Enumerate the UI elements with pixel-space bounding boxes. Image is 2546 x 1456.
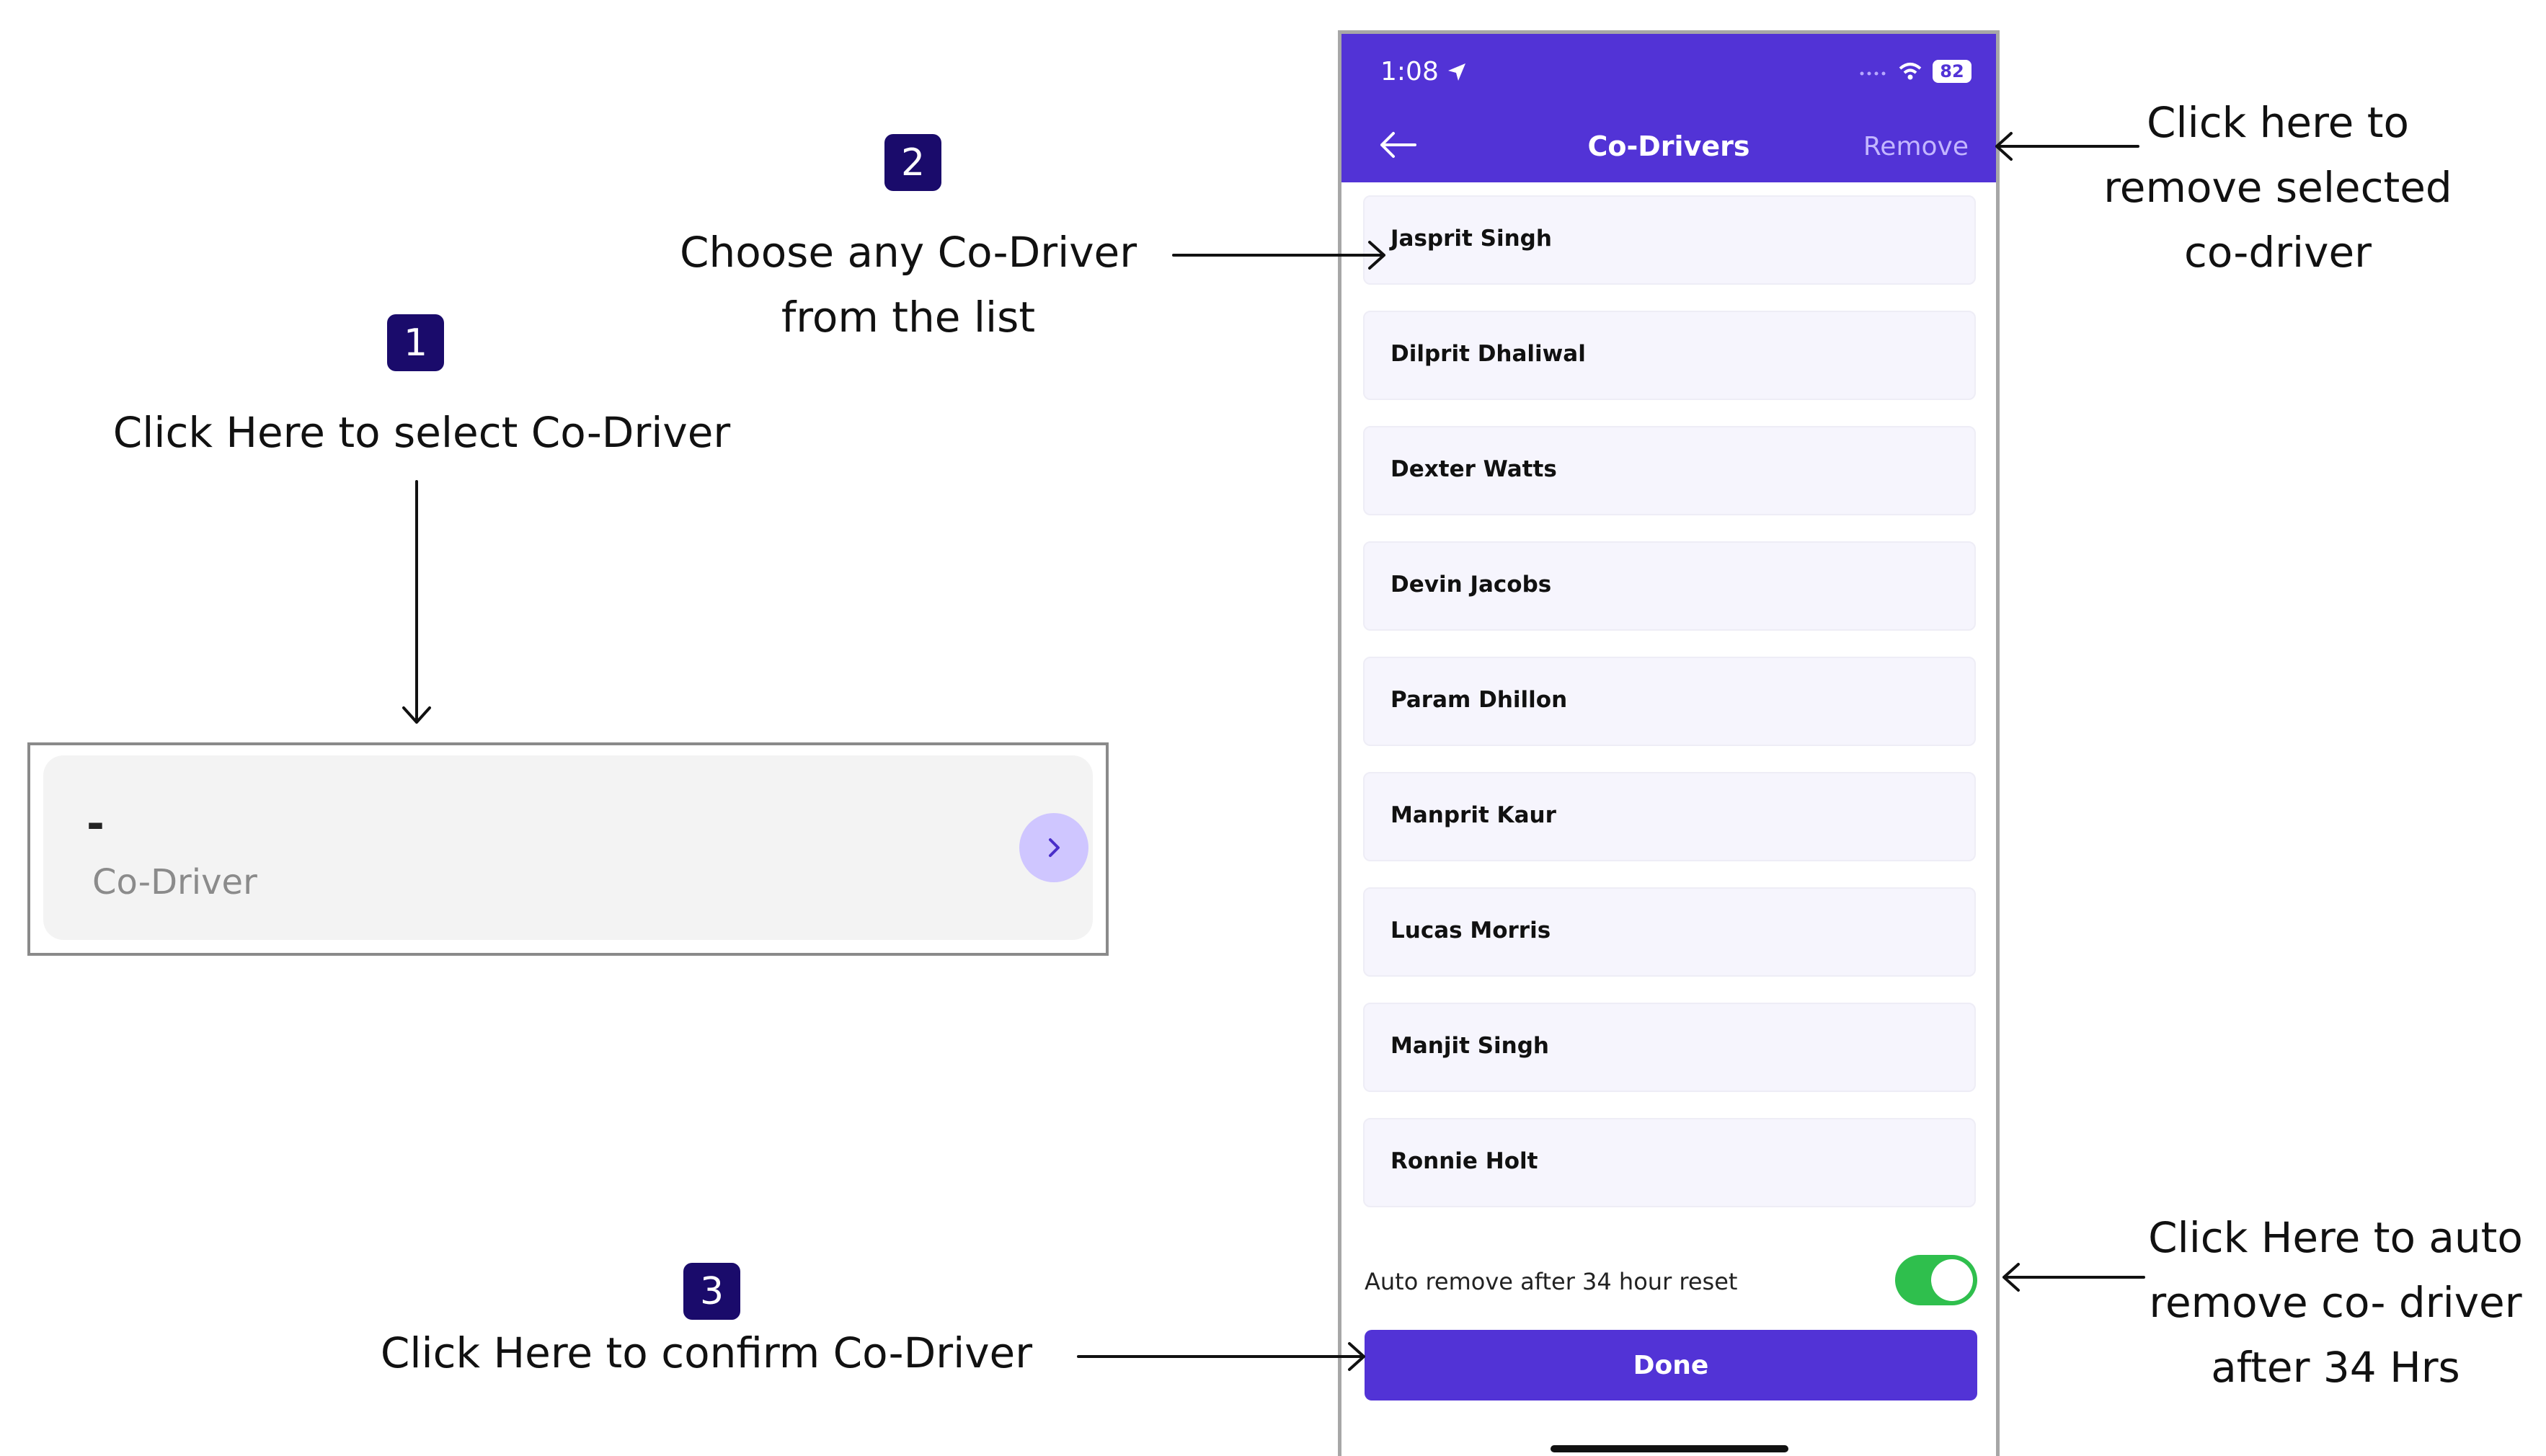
driver-name: Ronnie Holt bbox=[1390, 1148, 1538, 1174]
list-item[interactable]: Jasprit Singh bbox=[1363, 195, 1976, 285]
auto-remove-label: Auto remove after 34 hour reset bbox=[1365, 1268, 1738, 1295]
signal-icon bbox=[1860, 71, 1886, 76]
step2-instruction-line2: from the list bbox=[781, 293, 1036, 342]
list-item[interactable]: Dexter Watts bbox=[1363, 426, 1976, 515]
step2-instruction-line1: Choose any Co-Driver bbox=[679, 228, 1137, 277]
co-driver-value: - bbox=[87, 799, 105, 849]
chevron-right-icon[interactable] bbox=[1019, 813, 1088, 882]
home-indicator bbox=[1551, 1445, 1788, 1452]
arrow-step3 bbox=[1077, 1342, 1365, 1371]
step-badge-1: 1 bbox=[387, 314, 444, 371]
battery-icon: 82 bbox=[1933, 60, 1971, 83]
co-driver-label: Co-Driver bbox=[92, 862, 257, 902]
wifi-icon bbox=[1899, 63, 1922, 80]
driver-name: Lucas Morris bbox=[1390, 918, 1551, 944]
list-item[interactable]: Lucas Morris bbox=[1363, 887, 1976, 977]
auto-remove-note-line2: remove co- driver bbox=[2149, 1278, 2522, 1327]
co-driver-card-frame: - Co-Driver bbox=[27, 742, 1109, 956]
driver-name: Devin Jacobs bbox=[1390, 572, 1552, 598]
step-badge-2: 2 bbox=[884, 134, 941, 191]
remove-note-line3: co-driver bbox=[2183, 228, 2372, 277]
driver-name: Param Dhillon bbox=[1390, 687, 1568, 713]
co-driver-selector[interactable]: - Co-Driver bbox=[43, 755, 1093, 940]
driver-list: Jasprit Singh Dilprit Dhaliwal Dexter Wa… bbox=[1363, 195, 1976, 1233]
auto-remove-toggle[interactable] bbox=[1895, 1255, 1977, 1305]
app-header: 1:08 82 Co-Drivers Remove bbox=[1341, 34, 1996, 182]
remove-button[interactable]: Remove bbox=[1863, 132, 1969, 161]
list-item[interactable]: Devin Jacobs bbox=[1363, 541, 1976, 631]
phone-screen: 1:08 82 Co-Drivers Remove Jasprit Singh … bbox=[1338, 30, 2000, 1456]
driver-name: Manjit Singh bbox=[1390, 1033, 1549, 1059]
driver-name: Dilprit Dhaliwal bbox=[1390, 341, 1586, 367]
remove-note-line2: remove selected bbox=[2103, 163, 2452, 212]
status-time: 1:08 bbox=[1380, 57, 1468, 86]
done-button[interactable]: Done bbox=[1365, 1330, 1977, 1400]
list-item[interactable]: Manjit Singh bbox=[1363, 1003, 1976, 1092]
step3-instruction: Click Here to confirm Co-Driver bbox=[380, 1328, 1033, 1377]
location-arrow-icon bbox=[1447, 63, 1465, 81]
auto-remove-note-line1: Click Here to auto bbox=[2148, 1213, 2523, 1262]
list-item[interactable]: Dilprit Dhaliwal bbox=[1363, 311, 1976, 400]
status-time-text: 1:08 bbox=[1380, 57, 1439, 86]
driver-name: Dexter Watts bbox=[1390, 456, 1557, 482]
arrow-auto-remove bbox=[2002, 1263, 2145, 1292]
arrow-step1 bbox=[402, 480, 431, 724]
driver-name: Jasprit Singh bbox=[1390, 226, 1552, 252]
list-item[interactable]: Param Dhillon bbox=[1363, 657, 1976, 746]
driver-name: Manprit Kaur bbox=[1390, 802, 1556, 828]
list-item[interactable]: Ronnie Holt bbox=[1363, 1118, 1976, 1207]
status-indicators: 82 bbox=[1859, 60, 1971, 83]
step-badge-3: 3 bbox=[683, 1263, 740, 1320]
toggle-knob bbox=[1931, 1259, 1973, 1301]
list-item[interactable]: Manprit Kaur bbox=[1363, 772, 1976, 861]
auto-remove-note-line3: after 34 Hrs bbox=[2211, 1343, 2460, 1392]
step1-instruction: Click Here to select Co-Driver bbox=[112, 408, 731, 457]
remove-note-line1: Click here to bbox=[2146, 98, 2409, 147]
